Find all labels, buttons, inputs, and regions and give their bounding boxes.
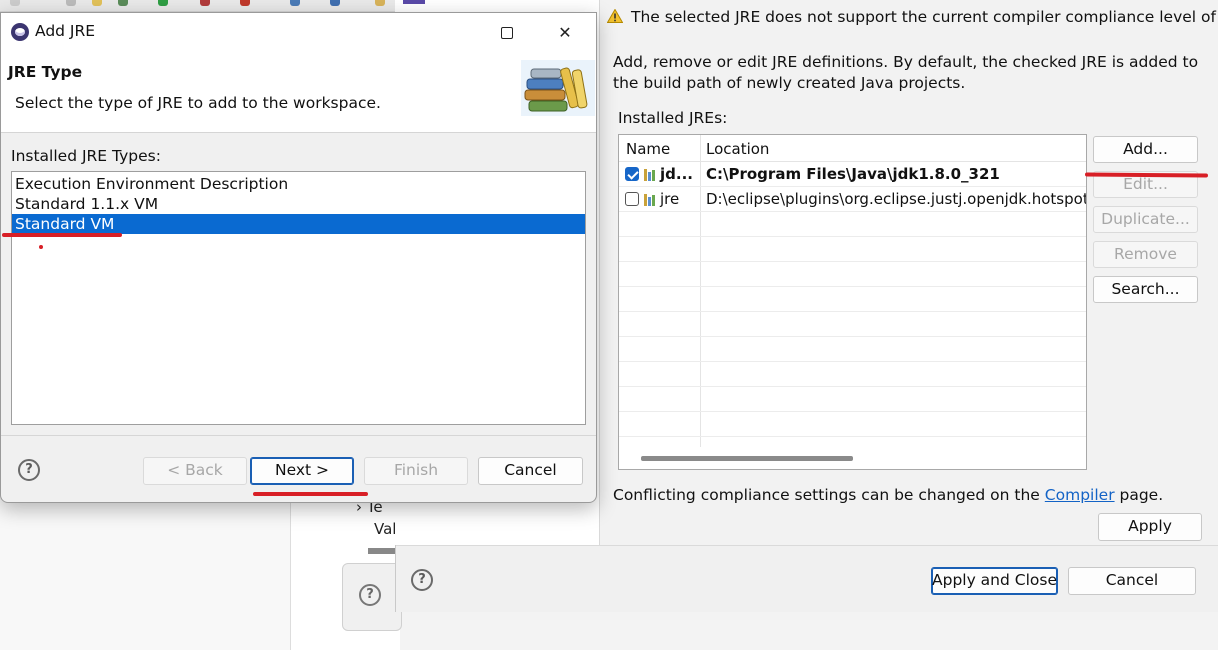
background-panel [0, 500, 290, 650]
list-item[interactable]: Execution Environment Description [12, 174, 585, 194]
table-row[interactable]: jd... C:\Program Files\Java\jdk1.8.0_321 [619, 162, 1086, 187]
table-horizontal-scrollbar[interactable] [641, 456, 853, 461]
jre-checkbox[interactable] [625, 192, 639, 206]
column-header-location[interactable]: Location [706, 140, 769, 158]
cancel-button[interactable]: Cancel [1068, 567, 1196, 595]
back-button[interactable]: < Back [143, 457, 247, 485]
maximize-icon [501, 27, 513, 39]
wizard-header [1, 49, 596, 133]
list-item-selected[interactable]: Standard VM [12, 214, 585, 234]
table-header: Name Location [619, 135, 1086, 162]
close-icon: ✕ [558, 23, 572, 42]
finish-button[interactable]: Finish [364, 457, 468, 485]
help-icon[interactable]: ? [411, 569, 433, 591]
background-help-icon[interactable]: ? [359, 584, 381, 606]
window-icon-strip [403, 0, 425, 4]
table-row-empty [619, 412, 1086, 437]
annotation-underline [253, 492, 368, 496]
default-jre-checkbox[interactable] [625, 167, 639, 181]
background-toolbar [0, 0, 400, 12]
jre-types-label: Installed JRE Types: [11, 147, 161, 165]
wizard-subtitle: Select the type of JRE to add to the wor… [15, 94, 381, 112]
dialog-title: Add JRE [35, 22, 96, 40]
minimize-icon: — [435, 23, 451, 42]
warning-icon [607, 9, 623, 23]
library-banner-icon [521, 60, 595, 116]
warning-text: The selected JRE does not support the cu… [631, 8, 1218, 26]
compliance-note: Conflicting compliance settings can be c… [613, 486, 1164, 504]
table-row-empty [619, 287, 1086, 312]
dialog-separator [1, 435, 596, 436]
search-jre-button[interactable]: Search... [1093, 276, 1198, 303]
table-row-empty [619, 387, 1086, 412]
jre-description: Add, remove or edit JRE definitions. By … [613, 53, 1199, 92]
background-scrollbar [368, 548, 398, 554]
table-row-empty [619, 312, 1086, 337]
jre-location-cell: D:\eclipse\plugins\org.eclipse.justj.ope… [706, 190, 1087, 208]
next-button[interactable]: Next > [250, 457, 354, 485]
jre-location-cell: C:\Program Files\Java\jdk1.8.0_321 [706, 165, 1000, 183]
jre-name-cell: jd... [625, 165, 693, 183]
add-jre-button[interactable]: Add... [1093, 136, 1198, 163]
table-row-empty [619, 337, 1086, 362]
table-row-empty [619, 262, 1086, 287]
list-item[interactable]: Standard 1.1.x VM [12, 194, 585, 214]
apply-button[interactable]: Apply [1098, 513, 1202, 541]
apply-and-close-button[interactable]: Apply and Close [931, 567, 1058, 595]
jre-types-list[interactable]: Execution Environment Description Standa… [11, 171, 586, 425]
annotation-dot [39, 245, 43, 249]
compiler-link[interactable]: Compiler [1045, 486, 1115, 504]
help-icon[interactable]: ? [18, 459, 40, 481]
maximize-button[interactable] [484, 20, 530, 46]
jre-name-cell: jre [625, 190, 679, 208]
remove-jre-button[interactable]: Remove [1093, 241, 1198, 268]
close-button[interactable]: ✕ [542, 20, 588, 46]
minimize-button[interactable]: — [420, 20, 466, 46]
column-header-name[interactable]: Name [626, 140, 670, 158]
duplicate-jre-button[interactable]: Duplicate... [1093, 206, 1198, 233]
dialog-cancel-button[interactable]: Cancel [478, 457, 583, 485]
table-row-empty [619, 237, 1086, 262]
table-row[interactable]: jre D:\eclipse\plugins\org.eclipse.justj… [619, 187, 1086, 212]
library-icon [643, 167, 657, 181]
background-tree-item: Val [374, 520, 397, 538]
annotation-underline [2, 233, 122, 237]
table-row-empty [619, 362, 1086, 387]
compliance-warning: The selected JRE does not support the cu… [607, 8, 1218, 26]
installed-jres-table[interactable]: Name Location jd... C:\Program Files\Jav… [618, 134, 1087, 470]
library-icon [643, 192, 657, 206]
installed-jres-label: Installed JREs: [618, 109, 728, 127]
wizard-heading: JRE Type [8, 63, 83, 81]
table-row-empty [619, 212, 1086, 237]
eclipse-icon [11, 23, 29, 41]
